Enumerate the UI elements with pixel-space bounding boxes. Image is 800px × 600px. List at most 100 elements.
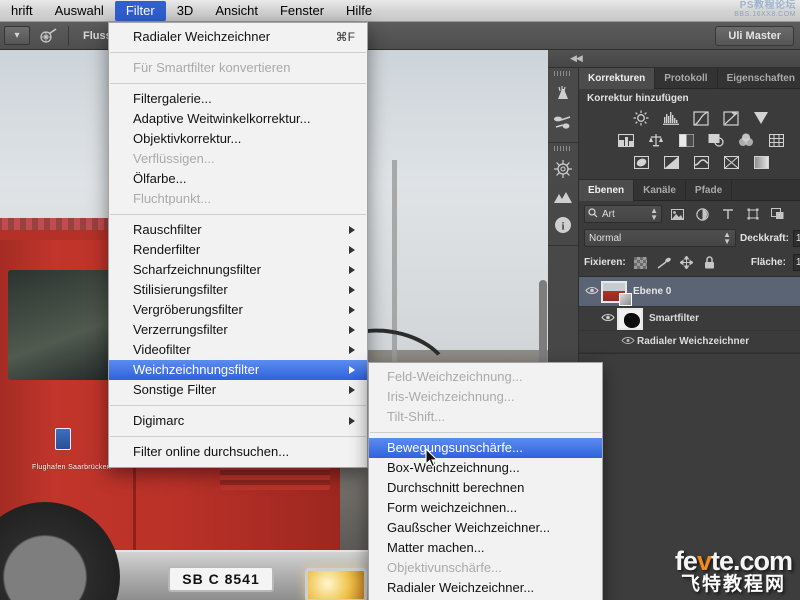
info-icon[interactable]: i xyxy=(548,211,578,239)
filter-menu-item-19[interactable]: Sonstige Filter xyxy=(109,380,367,400)
gradient-map-icon[interactable] xyxy=(721,153,741,171)
menu-separator xyxy=(110,52,366,53)
airbrush-icon[interactable] xyxy=(38,26,60,46)
menu-schrift[interactable]: hrift xyxy=(0,1,44,21)
opacity-label: Deckkraft: xyxy=(740,232,789,244)
threshold-icon[interactable] xyxy=(691,153,711,171)
visibility-eye-icon[interactable] xyxy=(599,313,617,325)
blur-submenu-item-5[interactable]: Box-Weichzeichnung... xyxy=(369,458,602,478)
tab-pfade[interactable]: Pfade xyxy=(686,180,733,201)
filter-menu-item-15[interactable]: Vergröberungsfilter xyxy=(109,300,367,320)
menu-filter[interactable]: Filter xyxy=(114,0,166,21)
blur-submenu-item-11[interactable]: Radialer Weichzeichner... xyxy=(369,578,602,598)
visibility-eye-icon[interactable] xyxy=(619,336,637,348)
opacity-value[interactable]: 1 xyxy=(792,229,800,247)
selective-color-icon[interactable] xyxy=(751,153,771,171)
blur-submenu-item-9[interactable]: Matter machen... xyxy=(369,538,602,558)
rail-group-brushes xyxy=(548,68,578,143)
blur-submenu-item-4[interactable]: Bewegungsunschärfe... xyxy=(369,438,602,458)
workspace-switcher-button[interactable]: Uli Master xyxy=(715,26,794,46)
lock-image-icon[interactable] xyxy=(656,256,672,270)
filter-menu-item-5[interactable]: Adaptive Weitwinkelkorrektur... xyxy=(109,109,367,129)
layer-row-ebene-0[interactable]: Ebene 0 xyxy=(579,277,800,307)
truck-door-text: Flughafen Saarbrücken xyxy=(32,464,112,471)
lock-transparency-icon[interactable] xyxy=(633,256,649,270)
color-lookup-icon[interactable] xyxy=(766,131,786,149)
blur-submenu-item-6[interactable]: Durchschnitt berechnen xyxy=(369,478,602,498)
fill-value[interactable]: 1 xyxy=(792,254,800,271)
posterize-icon[interactable] xyxy=(661,153,681,171)
blur-submenu-item-2: Tilt-Shift... xyxy=(369,407,602,427)
rail-grip[interactable] xyxy=(554,71,572,76)
dock-collapse-button[interactable]: ◀◀ xyxy=(548,50,800,68)
menu-fenster[interactable]: Fenster xyxy=(269,1,335,21)
filter-menu-item-6[interactable]: Objektivkorrektur... xyxy=(109,129,367,149)
layer-row-smartfilter[interactable]: Smartfilter xyxy=(579,307,800,331)
filter-menu-item-14[interactable]: Stilisierungsfilter xyxy=(109,280,367,300)
filter-menu-item-17[interactable]: Videofilter xyxy=(109,340,367,360)
filter-menu-item-4[interactable]: Filtergalerie... xyxy=(109,89,367,109)
photo-filter-icon[interactable] xyxy=(706,131,726,149)
blur-submenu-item-8[interactable]: Gaußscher Weichzeichner... xyxy=(369,518,602,538)
tab-protokoll[interactable]: Protokoll xyxy=(655,68,718,89)
filter-menu-item-11[interactable]: Rauschfilter xyxy=(109,220,367,240)
menu-separator xyxy=(110,405,366,406)
menu-auswahl[interactable]: Auswahl xyxy=(44,1,115,21)
menu-ansicht[interactable]: Ansicht xyxy=(204,1,269,21)
smartobject-filter-icon[interactable] xyxy=(768,205,787,223)
gradient-icon[interactable] xyxy=(548,183,578,211)
menu-item-label: Für Smartfilter konvertieren xyxy=(133,60,291,75)
black-white-icon[interactable] xyxy=(676,131,696,149)
menu-item-label: Vergröberungsfilter xyxy=(133,302,243,317)
pixel-filter-icon[interactable] xyxy=(668,205,687,223)
brightness-icon[interactable] xyxy=(631,109,651,127)
filter-menu-item-0[interactable]: Radialer Weichzeichner ⌘F xyxy=(109,27,367,47)
layer-row-radial-blur[interactable]: Radialer Weichzeichner xyxy=(579,331,800,353)
filter-menu-item-18[interactable]: Weichzeichnungsfilter xyxy=(109,360,367,380)
paint-tools-icon[interactable] xyxy=(548,108,578,136)
svg-text:i: i xyxy=(561,221,564,233)
blur-submenu-item-7[interactable]: Form weichzeichnen... xyxy=(369,498,602,518)
filter-menu-dropdown[interactable]: Radialer Weichzeichner ⌘F Für Smartfilter … xyxy=(108,22,368,468)
brush-preset-dropdown[interactable]: ▾ xyxy=(4,26,30,45)
stepper-arrows-icon[interactable]: ▲ ▼ xyxy=(723,231,731,246)
tab-ebenen[interactable]: Ebenen xyxy=(579,180,635,201)
layer-filter-type-select[interactable]: Art ▲ ▼ xyxy=(584,205,662,223)
menu-3d[interactable]: 3D xyxy=(166,1,205,21)
adjustment-filter-icon[interactable] xyxy=(693,205,712,223)
tab-kanaele[interactable]: Kanäle xyxy=(634,180,686,201)
exposure-icon[interactable] xyxy=(721,109,741,127)
tab-korrekturen[interactable]: Korrekturen xyxy=(579,68,656,89)
vibrance-icon[interactable] xyxy=(751,109,771,127)
blur-submenu-dropdown[interactable]: Feld-Weichzeichnung... Iris-Weichzeichnun… xyxy=(368,362,603,600)
shape-filter-icon[interactable] xyxy=(743,205,762,223)
levels-icon[interactable] xyxy=(661,109,681,127)
menu-separator xyxy=(370,432,601,433)
type-filter-icon[interactable] xyxy=(718,205,737,223)
tab-eigenschaften[interactable]: Eigenschaften xyxy=(718,68,800,89)
menu-hilfe[interactable]: Hilfe xyxy=(335,1,383,21)
layer-name: Ebene 0 xyxy=(633,286,672,297)
rail-grip[interactable] xyxy=(554,146,572,151)
menu-item-label: Weichzeichnungsfilter xyxy=(133,362,260,377)
filter-menu-item-21[interactable]: Digimarc xyxy=(109,411,367,431)
filter-menu-item-23[interactable]: Filter online durchsuchen... xyxy=(109,442,367,462)
submenu-arrow-icon xyxy=(349,266,355,274)
filter-menu-item-8[interactable]: Ölfarbe... xyxy=(109,169,367,189)
invert-icon[interactable] xyxy=(631,153,651,171)
curves-icon[interactable] xyxy=(691,109,711,127)
channel-mixer-icon[interactable] xyxy=(736,131,756,149)
blend-mode-select[interactable]: Normal ▲ ▼ xyxy=(584,229,736,247)
lock-all-icon[interactable] xyxy=(702,256,718,270)
color-balance-icon[interactable] xyxy=(646,131,666,149)
history-brush-icon[interactable] xyxy=(548,80,578,108)
filter-menu-item-12[interactable]: Renderfilter xyxy=(109,240,367,260)
menu-item-label: Bewegungsunschärfe... xyxy=(387,440,523,455)
color-wheel-icon[interactable] xyxy=(548,155,578,183)
filter-menu-item-13[interactable]: Scharfzeichnungsfilter xyxy=(109,260,367,280)
stepper-arrows-icon[interactable]: ▲ ▼ xyxy=(650,207,658,222)
visibility-eye-icon[interactable] xyxy=(583,286,601,298)
filter-menu-item-16[interactable]: Verzerrungsfilter xyxy=(109,320,367,340)
lock-position-icon[interactable] xyxy=(679,256,695,270)
hue-saturation-icon[interactable] xyxy=(616,131,636,149)
